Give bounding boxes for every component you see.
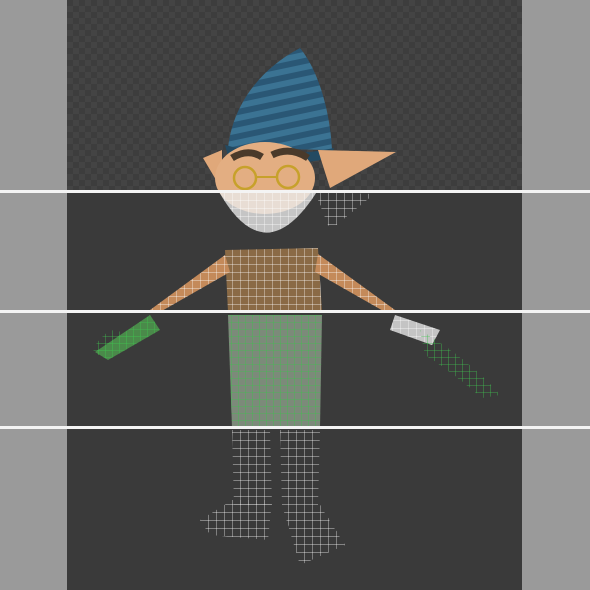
right-ear	[318, 150, 396, 188]
left-leg	[232, 430, 272, 505]
right-shoe	[282, 505, 345, 565]
left-shoe	[200, 500, 272, 540]
torso-shaded-wireframe	[150, 190, 395, 312]
band-divider-2	[0, 310, 590, 313]
legs-white-wireframe	[200, 430, 345, 565]
right-ear-wire	[315, 192, 374, 230]
band-divider-3	[0, 426, 590, 429]
torso-green-wireframe	[93, 315, 500, 428]
right-hand	[420, 330, 500, 398]
gnome-figure	[93, 48, 500, 565]
render-comparison-image	[0, 0, 590, 590]
hat	[228, 48, 332, 150]
band-divider-1	[0, 190, 590, 193]
right-leg	[280, 430, 320, 505]
